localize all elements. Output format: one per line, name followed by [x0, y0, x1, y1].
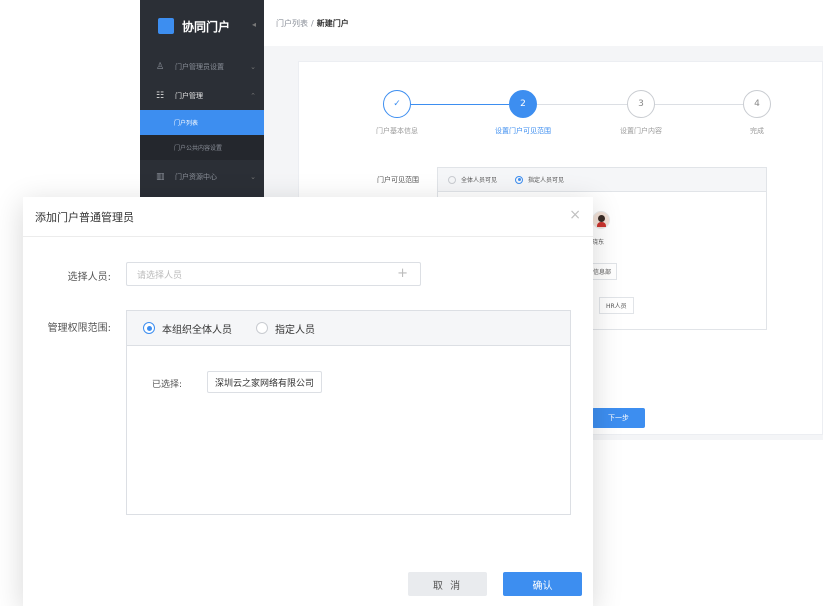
step-number: 3 — [627, 90, 655, 118]
confirm-button[interactable]: 确认 — [503, 572, 582, 596]
chevron-down-icon: ⌄ — [250, 62, 256, 71]
radio-checked-icon — [143, 322, 155, 334]
breadcrumb-link-portal-list[interactable]: 门户列表 — [276, 18, 308, 29]
step-1: ✓ 门户基本信息 — [337, 90, 457, 136]
app-title: 协同门户 — [182, 19, 231, 34]
sidebar-item-portal-management[interactable]: ☷ 门户管理 ⌃ — [140, 81, 264, 110]
cancel-button[interactable]: 取 消 — [408, 572, 487, 596]
step-indicator: ✓ 门户基本信息 2 设置门户可见范围 3 设置门户内容 4 完成 — [299, 90, 823, 150]
sidebar-item-portal-public-content[interactable]: 门户公共内容设置 — [140, 135, 264, 160]
plus-icon[interactable]: + — [397, 266, 408, 281]
step-2: 2 设置门户可见范围 — [463, 90, 583, 136]
selected-org-tag[interactable]: 深圳云之家网络有限公司 — [207, 371, 323, 393]
step-label: 门户基本信息 — [376, 127, 418, 135]
breadcrumb: 门户列表 / 新建门户 — [264, 0, 823, 46]
sidebar-item-label: 门户管理 — [175, 91, 203, 100]
check-icon: ✓ — [383, 90, 411, 118]
radio-label: 指定人员可见 — [528, 177, 565, 184]
add-admin-dialog: 添加门户普通管理员 × 选择人员: 请选择人员 + 管理权限范围: 本组织全体人… — [23, 197, 593, 606]
visibility-options: 全体人员可见 指定人员可见 — [438, 168, 766, 192]
step-label: 设置门户可见范围 — [495, 127, 551, 135]
radio-icon — [448, 175, 456, 184]
radio-checked-icon — [515, 175, 524, 184]
breadcrumb-separator: / — [311, 18, 314, 28]
step-number: 2 — [509, 90, 537, 118]
visibility-label: 门户可见范围 — [377, 176, 419, 184]
avatar — [592, 211, 610, 229]
step-label: 完成 — [750, 127, 764, 135]
chevron-down-icon: ⌄ — [250, 172, 256, 181]
dialog-title: 添加门户普通管理员 — [35, 210, 134, 224]
chevron-up-icon: ⌃ — [250, 91, 256, 100]
radio-label: 本组织全体人员 — [162, 324, 232, 336]
app-logo-icon — [158, 18, 174, 34]
permission-range-label: 管理权限范围: — [47, 323, 111, 334]
hr-tag[interactable]: HR人员 — [599, 297, 634, 314]
sidebar-item-label: 门户管理员设置 — [175, 62, 224, 71]
sidebar-item-label: 门户公共内容设置 — [174, 145, 223, 152]
select-person-input[interactable]: 请选择人员 + — [126, 262, 421, 286]
radio-all-visible[interactable]: 全体人员可见 — [448, 175, 497, 184]
sidebar-item-portal-list[interactable]: 门户列表 — [140, 110, 264, 135]
sidebar-item-portal-resource-center[interactable]: ▥ 门户资源中心 ⌄ — [140, 162, 264, 191]
sidebar-item-label: 门户列表 — [174, 120, 199, 127]
logo-row: 协同门户 — [140, 0, 264, 52]
select-person-placeholder: 请选择人员 — [137, 270, 183, 281]
step-3: 3 设置门户内容 — [581, 90, 701, 136]
user-icon: ♙ — [156, 61, 165, 72]
dept-tag[interactable]: 信息部 — [593, 263, 618, 280]
close-icon[interactable]: × — [569, 208, 581, 222]
sidebar-item-portal-admin-settings[interactable]: ♙ 门户管理员设置 ⌄ — [140, 52, 264, 81]
sidebar-item-label: 门户资源中心 — [175, 172, 217, 181]
breadcrumb-current: 新建门户 — [316, 18, 349, 28]
bar-chart-icon: ▥ — [156, 171, 165, 182]
grid-icon: ☷ — [156, 90, 165, 101]
radio-label: 全体人员可见 — [461, 177, 498, 184]
radio-specified-visible[interactable]: 指定人员可见 — [515, 175, 564, 184]
avatar-name: 晓东 — [592, 239, 605, 246]
step-number: 4 — [743, 90, 771, 118]
radio-org-all[interactable]: 本组织全体人员 — [143, 321, 232, 336]
step-label: 设置门户内容 — [620, 127, 662, 135]
collapse-sidebar-icon[interactable]: ◂ — [252, 20, 256, 29]
radio-specified-person[interactable]: 指定人员 — [256, 321, 315, 336]
step-4: 4 完成 — [697, 90, 817, 136]
radio-icon — [256, 322, 268, 334]
permission-range-options: 本组织全体人员 指定人员 — [127, 311, 570, 346]
next-step-button[interactable]: 下一步 — [592, 408, 645, 428]
select-person-label: 选择人员: — [67, 272, 111, 283]
selected-label: 已选择: — [152, 380, 183, 390]
permission-range-box: 本组织全体人员 指定人员 已选择: 深圳云之家网络有限公司 — [126, 310, 571, 515]
dialog-header: 添加门户普通管理员 × — [23, 197, 593, 237]
radio-label: 指定人员 — [275, 324, 315, 336]
